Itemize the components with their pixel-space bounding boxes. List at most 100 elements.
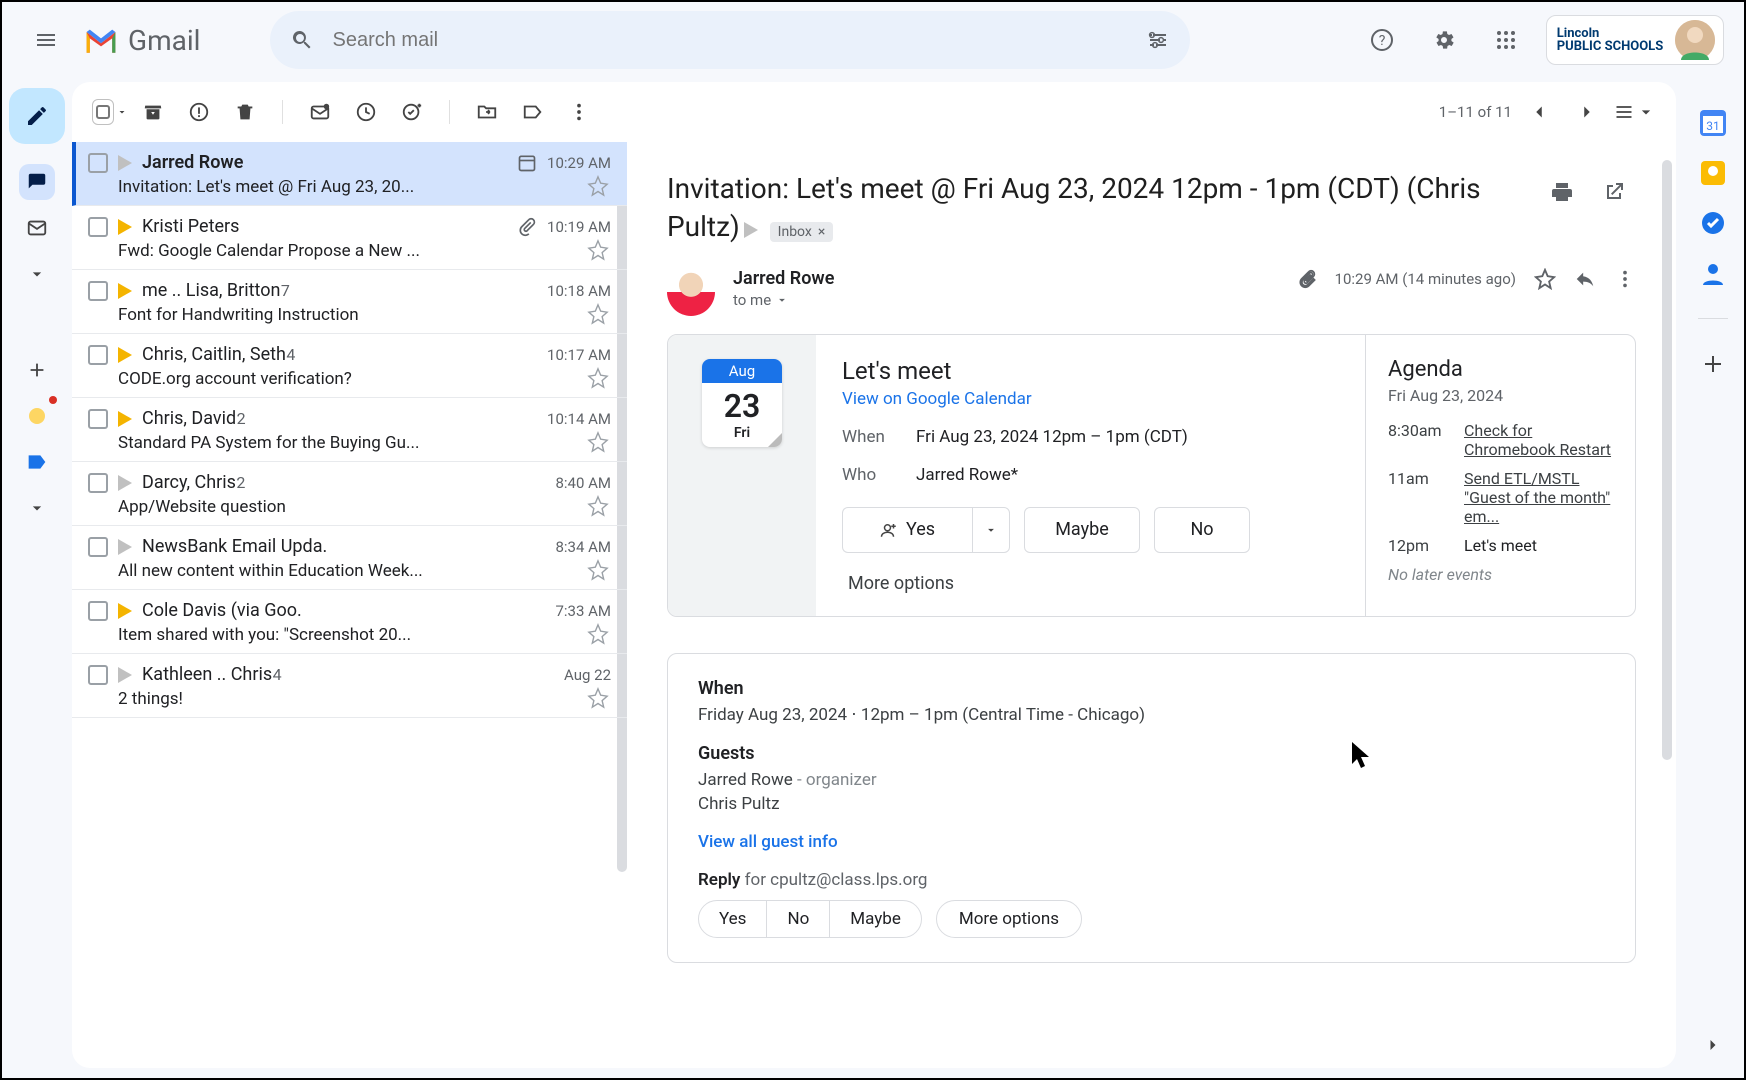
labels-button[interactable] xyxy=(512,91,554,133)
importance-marker-icon[interactable] xyxy=(118,539,132,555)
email-item[interactable]: Chris, Caitlin, Seth 4 10:17 AM CODE.org… xyxy=(72,334,627,398)
email-checkbox[interactable] xyxy=(88,537,108,557)
recipient-summary[interactable]: to me xyxy=(733,291,1279,309)
settings-button[interactable] xyxy=(1422,18,1466,62)
email-checkbox[interactable] xyxy=(88,409,108,429)
side-collapse[interactable] xyxy=(1700,1032,1726,1058)
nav-label-yellow[interactable] xyxy=(19,398,55,434)
side-tasks[interactable] xyxy=(1700,210,1726,236)
email-item[interactable]: me .. Lisa, Britton 7 10:18 AM Font for … xyxy=(72,270,627,334)
email-item[interactable]: Kristi Peters 10:19 AM Fwd: Google Calen… xyxy=(72,206,627,270)
importance-marker-icon[interactable] xyxy=(118,347,132,363)
add-task-button[interactable] xyxy=(391,91,433,133)
display-density-button[interactable] xyxy=(1614,91,1656,133)
email-list[interactable]: Jarred Rowe 10:29 AM Invitation: Let's m… xyxy=(72,142,627,1068)
select-dropdown-icon[interactable] xyxy=(116,106,128,118)
apps-button[interactable] xyxy=(1484,18,1528,62)
email-item[interactable]: Chris, David 2 10:14 AM Standard PA Syst… xyxy=(72,398,627,462)
importance-marker-icon[interactable] xyxy=(118,603,132,619)
rsvp-yes-button[interactable]: Yes xyxy=(842,507,972,553)
reading-scrollbar[interactable] xyxy=(1662,160,1672,760)
reply-icon[interactable] xyxy=(1574,268,1596,290)
reply-more-options-button[interactable]: More options xyxy=(936,900,1082,938)
importance-marker-icon[interactable] xyxy=(118,667,132,683)
star-icon[interactable] xyxy=(1534,268,1556,290)
email-checkbox[interactable] xyxy=(88,473,108,493)
delete-button[interactable] xyxy=(224,91,266,133)
agenda-row[interactable]: 8:30amCheck for Chromebook Restart xyxy=(1388,421,1613,459)
agenda-event[interactable]: Check for Chromebook Restart xyxy=(1464,421,1613,459)
star-button[interactable] xyxy=(587,367,609,389)
email-checkbox[interactable] xyxy=(88,345,108,365)
side-keep[interactable] xyxy=(1700,160,1726,186)
main-menu-button[interactable] xyxy=(22,16,70,64)
nav-add[interactable] xyxy=(19,352,55,388)
nav-chat[interactable] xyxy=(19,210,55,246)
search-input[interactable] xyxy=(332,29,1128,52)
importance-marker-icon[interactable] xyxy=(118,155,132,171)
star-button[interactable] xyxy=(587,303,609,325)
star-button[interactable] xyxy=(587,495,609,517)
search-bar[interactable] xyxy=(270,11,1190,69)
email-item[interactable]: Jarred Rowe 10:29 AM Invitation: Let's m… xyxy=(72,142,627,206)
rsvp-yes-dropdown[interactable] xyxy=(972,507,1010,553)
agenda-event[interactable]: Send ETL/MSTL "Guest of the month" em... xyxy=(1464,469,1613,526)
report-spam-button[interactable] xyxy=(178,91,220,133)
open-new-window-button[interactable] xyxy=(1592,170,1636,214)
email-checkbox[interactable] xyxy=(88,281,108,301)
nav-collapse[interactable] xyxy=(19,490,55,526)
print-button[interactable] xyxy=(1540,170,1584,214)
importance-marker-icon[interactable] xyxy=(118,219,132,235)
side-contacts[interactable] xyxy=(1700,260,1726,286)
account-badge[interactable]: Lincoln PUBLIC SCHOOLS xyxy=(1546,15,1724,65)
importance-marker-icon[interactable] xyxy=(118,283,132,299)
nav-label-blue[interactable] xyxy=(19,444,55,480)
side-add[interactable] xyxy=(1700,351,1726,377)
rsvp-more-options[interactable]: More options xyxy=(842,573,1339,594)
email-checkbox[interactable] xyxy=(88,665,108,685)
select-all-checkbox[interactable] xyxy=(92,99,114,125)
star-button[interactable] xyxy=(587,431,609,453)
view-all-guests-link[interactable]: View all guest info xyxy=(698,832,1605,852)
user-avatar[interactable] xyxy=(1675,20,1715,60)
email-checkbox[interactable] xyxy=(88,153,108,173)
attachment-icon[interactable] xyxy=(1297,269,1317,289)
search-options-icon[interactable] xyxy=(1146,28,1170,52)
star-button[interactable] xyxy=(587,623,609,645)
remove-label-icon[interactable]: × xyxy=(818,224,825,240)
email-item[interactable]: Cole Davis (via Goo. 7:33 AM Item shared… xyxy=(72,590,627,654)
snooze-button[interactable] xyxy=(345,91,387,133)
more-vert-icon[interactable] xyxy=(1614,268,1636,290)
star-button[interactable] xyxy=(587,687,609,709)
view-on-calendar-link[interactable]: View on Google Calendar xyxy=(842,389,1032,409)
importance-marker-icon[interactable] xyxy=(744,222,758,238)
star-button[interactable] xyxy=(587,239,609,261)
mark-unread-button[interactable] xyxy=(299,91,341,133)
more-actions-button[interactable] xyxy=(558,91,600,133)
reply-yes-button[interactable]: Yes xyxy=(699,901,767,937)
prev-page-button[interactable] xyxy=(1518,91,1560,133)
gmail-logo[interactable]: Gmail xyxy=(80,24,200,57)
archive-button[interactable] xyxy=(132,91,174,133)
sender-avatar[interactable] xyxy=(667,268,715,316)
label-chip-inbox[interactable]: Inbox× xyxy=(770,222,834,242)
compose-button[interactable] xyxy=(9,88,65,144)
importance-marker-icon[interactable] xyxy=(118,475,132,491)
nav-expand[interactable] xyxy=(19,256,55,292)
email-checkbox[interactable] xyxy=(88,601,108,621)
reply-no-button[interactable]: No xyxy=(767,901,830,937)
star-button[interactable] xyxy=(587,559,609,581)
next-page-button[interactable] xyxy=(1566,91,1608,133)
agenda-row[interactable]: 11amSend ETL/MSTL "Guest of the month" e… xyxy=(1388,469,1613,526)
side-calendar[interactable]: 31 xyxy=(1700,110,1726,136)
nav-mail[interactable] xyxy=(19,164,55,200)
support-button[interactable]: ? xyxy=(1360,18,1404,62)
star-button[interactable] xyxy=(587,175,609,197)
email-item[interactable]: Kathleen .. Chris 4 Aug 22 2 things! xyxy=(72,654,627,718)
importance-marker-icon[interactable] xyxy=(118,411,132,427)
move-to-button[interactable] xyxy=(466,91,508,133)
email-checkbox[interactable] xyxy=(88,217,108,237)
rsvp-no-button[interactable]: No xyxy=(1154,507,1250,553)
email-item[interactable]: Darcy, Chris 2 8:40 AM App/Website quest… xyxy=(72,462,627,526)
reply-maybe-button[interactable]: Maybe xyxy=(830,901,921,937)
